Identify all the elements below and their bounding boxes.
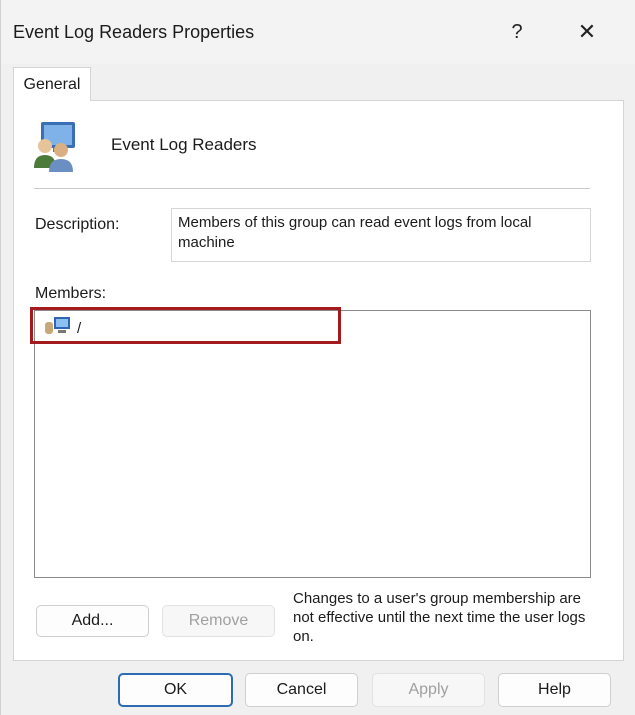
members-label: Members:	[35, 285, 107, 302]
help-title-button[interactable]: ?	[497, 14, 537, 50]
cancel-button[interactable]: Cancel	[245, 673, 358, 707]
window-title: Event Log Readers Properties	[13, 22, 255, 42]
member-name: /	[77, 319, 82, 337]
add-button[interactable]: Add...	[36, 605, 149, 637]
apply-button[interactable]: Apply	[372, 673, 485, 707]
membership-note: Changes to a user's group membership are…	[293, 590, 586, 645]
description-label: Description:	[35, 216, 120, 233]
ok-button[interactable]: OK	[118, 673, 233, 707]
group-name: Event Log Readers	[111, 135, 257, 154]
separator	[34, 188, 590, 189]
tab-general[interactable]: General	[13, 67, 91, 101]
title-bar: Event Log Readers Properties ? ✕	[1, 0, 635, 64]
close-button[interactable]: ✕	[567, 14, 607, 50]
members-list[interactable]: /	[34, 310, 591, 578]
remove-button[interactable]: Remove	[162, 605, 275, 637]
list-item[interactable]: /	[43, 317, 81, 339]
help-button[interactable]: Help	[498, 673, 611, 707]
properties-dialog: Event Log Readers Properties ? ✕ General…	[0, 0, 635, 715]
user-group-icon	[31, 120, 83, 172]
description-field[interactable]: Members of this group can read event log…	[171, 208, 591, 262]
computer-user-icon	[43, 316, 73, 340]
